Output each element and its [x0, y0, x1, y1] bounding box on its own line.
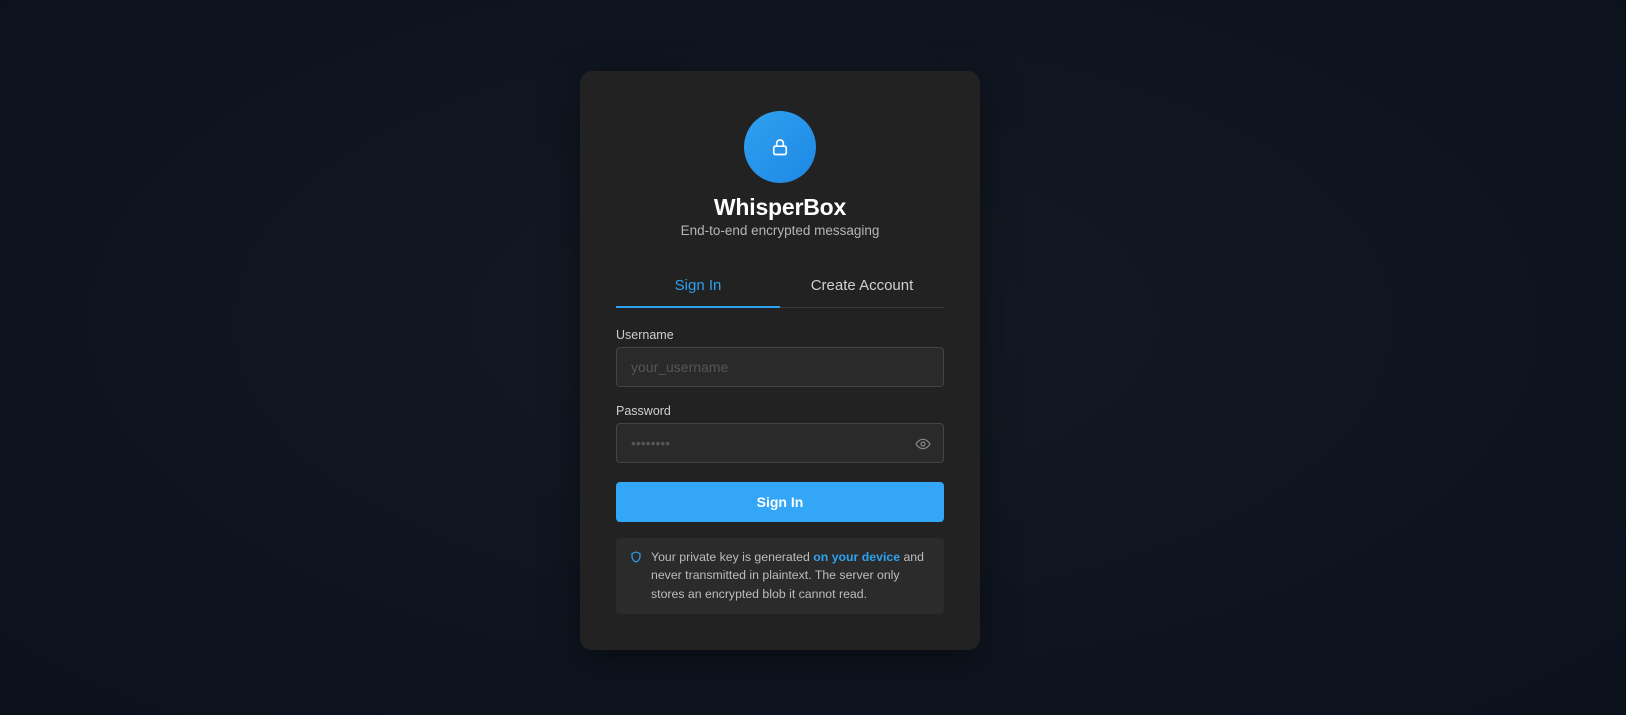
password-field-container: [616, 423, 944, 463]
notice-highlight: on your device: [813, 550, 901, 564]
username-input[interactable]: [617, 348, 943, 386]
username-label: Username: [616, 328, 674, 342]
username-field-container: [616, 347, 944, 387]
eye-icon[interactable]: [915, 436, 931, 452]
password-label: Password: [616, 404, 671, 418]
auth-tabs: Sign In Create Account: [616, 269, 944, 308]
lock-icon: [772, 139, 788, 156]
shield-icon: [631, 551, 641, 563]
sign-in-button[interactable]: Sign In: [616, 482, 944, 522]
tab-sign-in[interactable]: Sign In: [616, 269, 780, 308]
tab-create-account[interactable]: Create Account: [780, 269, 944, 307]
app-tagline: End-to-end encrypted messaging: [680, 223, 880, 238]
login-card: WhisperBox End-to-end encrypted messagin…: [580, 71, 980, 650]
password-input[interactable]: [617, 424, 943, 462]
app-title: WhisperBox: [713, 194, 847, 220]
notice-text-start: Your private key is generated: [651, 550, 814, 564]
security-notice: Your private key is generated on your de…: [616, 538, 944, 614]
app-logo: [744, 111, 816, 183]
